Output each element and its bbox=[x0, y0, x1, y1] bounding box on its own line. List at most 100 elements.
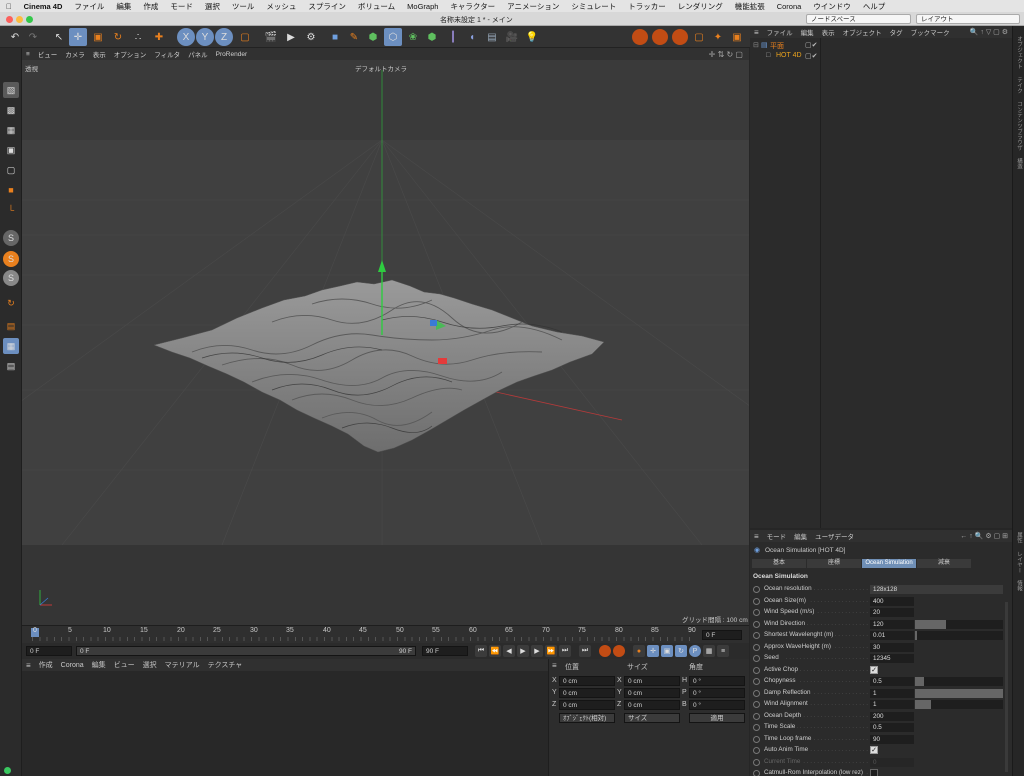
expand-icon[interactable]: ⊟ bbox=[753, 41, 759, 49]
menu-create[interactable]: 作成 bbox=[137, 1, 164, 12]
object-menu-edit[interactable]: 編集 bbox=[797, 27, 818, 37]
gizmo-z-handle-icon[interactable] bbox=[430, 320, 437, 326]
menu-tracker[interactable]: トラッカー bbox=[622, 1, 672, 12]
spline-pen-icon[interactable]: ✎ bbox=[345, 28, 363, 46]
attr-menu-edit[interactable]: 編集 bbox=[790, 531, 811, 541]
param-row[interactable]: . . . . . . . . . . . . . . . . . . . . … bbox=[750, 584, 1006, 595]
corona-material-icon[interactable]: ▢ bbox=[690, 28, 708, 46]
param-row[interactable]: . . . . . . . . . . . . . . . . . . . . … bbox=[750, 757, 1006, 768]
param-row[interactable]: . . . . . . . . . . . . . . . . . . . . … bbox=[750, 745, 1006, 756]
object-menu-bookmarks[interactable]: ブックマーク bbox=[907, 27, 954, 37]
menu-select[interactable]: 選択 bbox=[199, 1, 226, 12]
param-checkbox[interactable] bbox=[870, 769, 878, 776]
material-menu-texture[interactable]: テクスチャ bbox=[204, 660, 247, 670]
zoom-window-button[interactable] bbox=[26, 16, 33, 23]
coords-hamburger-icon[interactable]: ≡ bbox=[552, 661, 557, 670]
menu-extensions[interactable]: 機能拡張 bbox=[729, 1, 771, 12]
param-slider[interactable] bbox=[915, 700, 1003, 709]
animate-key-icon[interactable] bbox=[753, 609, 760, 616]
live-select-icon[interactable]: ✚ bbox=[150, 28, 168, 46]
deformer-icon[interactable]: ❀ bbox=[404, 28, 422, 46]
snap-icon[interactable]: S bbox=[3, 230, 19, 246]
param-value-field[interactable]: 20 bbox=[870, 608, 914, 617]
viewport-menu-view[interactable]: ビュー bbox=[34, 49, 62, 59]
corona-light-icon[interactable]: ✦ bbox=[709, 28, 727, 46]
param-row[interactable]: . . . . . . . . . . . . . . . . . . . . … bbox=[750, 722, 1006, 733]
vtab-attributes[interactable]: 属性 bbox=[1016, 532, 1022, 543]
coord-size-z-field[interactable]: 0 cm bbox=[624, 700, 680, 710]
menu-help[interactable]: ヘルプ bbox=[857, 1, 892, 12]
param-value-field[interactable]: 0.5 bbox=[870, 677, 914, 686]
key-param-icon[interactable]: P bbox=[689, 645, 701, 657]
model-mode-icon[interactable]: ▩ bbox=[3, 102, 19, 118]
field-icon[interactable]: ┃ bbox=[444, 28, 462, 46]
animate-key-icon[interactable] bbox=[753, 735, 760, 743]
param-row[interactable]: . . . . . . . . . . . . . . . . . . . . … bbox=[750, 676, 1006, 687]
visibility-dots-hot4d[interactable]: ▢✔ bbox=[805, 52, 817, 60]
viewport-menu-options[interactable]: オプション bbox=[110, 49, 151, 59]
record-icon[interactable] bbox=[599, 645, 611, 657]
param-row[interactable]: . . . . . . . . . . . . . . . . . . . . … bbox=[750, 688, 1006, 699]
viewport-nav-icons[interactable]: ✛ ⇅ ↻ ▢ bbox=[709, 50, 743, 59]
menu-render[interactable]: レンダリング bbox=[672, 1, 729, 12]
select-tool-icon[interactable]: ↖ bbox=[50, 28, 68, 46]
tab-coord[interactable]: 座標 bbox=[807, 559, 861, 568]
mograph-cloner-icon[interactable]: ⬢ bbox=[423, 28, 441, 46]
animate-key-icon[interactable] bbox=[753, 643, 760, 651]
param-dropdown[interactable]: 128x128 bbox=[870, 585, 1003, 594]
undo-icon[interactable]: ↶ bbox=[6, 28, 24, 46]
coord-rot-b-field[interactable]: 0 ° bbox=[689, 700, 745, 710]
array-icon[interactable]: ⬡ bbox=[384, 28, 402, 46]
close-window-button[interactable] bbox=[6, 16, 13, 23]
polygons-mode-icon[interactable]: ■ bbox=[3, 182, 19, 198]
end-frame-field[interactable]: 90 F bbox=[422, 646, 468, 656]
key-position-icon[interactable]: ✛ bbox=[647, 645, 659, 657]
texture-mode-icon[interactable]: ▦ bbox=[3, 122, 19, 138]
coord-pos-y-field[interactable]: 0 cm bbox=[559, 688, 615, 698]
current-frame-field[interactable]: 0 F bbox=[702, 630, 742, 640]
corona-ipr-icon[interactable] bbox=[652, 29, 668, 45]
param-value-field[interactable]: 120 bbox=[870, 619, 914, 629]
object-menu-file[interactable]: ファイル bbox=[763, 27, 797, 37]
param-slider[interactable] bbox=[915, 631, 1003, 640]
key-pla-icon[interactable]: ▦ bbox=[703, 645, 715, 657]
object-name-plane[interactable]: 平面 bbox=[770, 41, 784, 51]
scene-object-icon[interactable]: ◖ bbox=[463, 28, 481, 46]
hamburger-icon[interactable]: ≡ bbox=[22, 51, 34, 58]
coord-size-x-field[interactable]: 0 cm bbox=[624, 676, 680, 686]
goto-start-icon[interactable]: ⏮ bbox=[475, 645, 487, 657]
param-value-field[interactable]: 0.5 bbox=[870, 723, 914, 732]
param-checkbox[interactable]: ✓ bbox=[870, 746, 878, 754]
vtab-layers[interactable]: レイヤー bbox=[1016, 551, 1022, 573]
object-search-icons[interactable]: 🔍 ↑ ▽ ▢ ⚙ bbox=[970, 28, 1008, 36]
coord-pos-z-field[interactable]: 0 cm bbox=[559, 700, 615, 710]
param-value-field[interactable]: 400 bbox=[870, 596, 914, 606]
preview-range-slider[interactable]: 0 F 90 F bbox=[76, 646, 416, 656]
autokey-icon[interactable] bbox=[613, 645, 625, 657]
3d-viewport[interactable]: 透視 デフォルトカメラ グリッド間隔 : 100 cm bbox=[22, 60, 749, 625]
menu-corona[interactable]: Corona bbox=[771, 2, 808, 11]
viewport-menu-display[interactable]: 表示 bbox=[89, 49, 110, 59]
animate-key-icon[interactable] bbox=[753, 666, 760, 674]
param-row[interactable]: . . . . . . . . . . . . . . . . . . . . … bbox=[750, 699, 1006, 710]
coord-size-y-field[interactable]: 0 cm bbox=[624, 688, 680, 698]
animate-key-icon[interactable] bbox=[753, 620, 760, 628]
vtab-objects[interactable]: オブジェクト bbox=[1016, 36, 1022, 69]
render-view-icon[interactable]: 🎬 bbox=[262, 28, 280, 46]
menu-mesh[interactable]: メッシュ bbox=[260, 1, 302, 12]
param-checkbox[interactable]: ✓ bbox=[870, 665, 878, 674]
menu-simulate[interactable]: シミュレート bbox=[565, 1, 622, 12]
corona-settings-icon[interactable]: ▣ bbox=[728, 28, 746, 46]
coord-size-select[interactable]: サイズ bbox=[624, 713, 680, 723]
menu-mode[interactable]: モード bbox=[164, 1, 199, 12]
snap-settings-icon[interactable]: S bbox=[3, 251, 19, 267]
param-slider[interactable] bbox=[915, 619, 1003, 629]
start-frame-field[interactable]: 0 F bbox=[26, 646, 72, 656]
next-key-icon[interactable]: ⏩ bbox=[545, 645, 557, 657]
object-row-hot4d[interactable]: □ HOT 4D ▢✔ bbox=[750, 51, 1012, 61]
material-menu-material[interactable]: マテリアル bbox=[161, 660, 204, 670]
rotate-tool-icon[interactable]: ↻ bbox=[109, 28, 127, 46]
viewport-menu-panel[interactable]: パネル bbox=[184, 49, 212, 59]
cube-primitive-icon[interactable]: ■ bbox=[326, 28, 344, 46]
param-row[interactable]: . . . . . . . . . . . . . . . . . . . . … bbox=[750, 665, 1006, 676]
